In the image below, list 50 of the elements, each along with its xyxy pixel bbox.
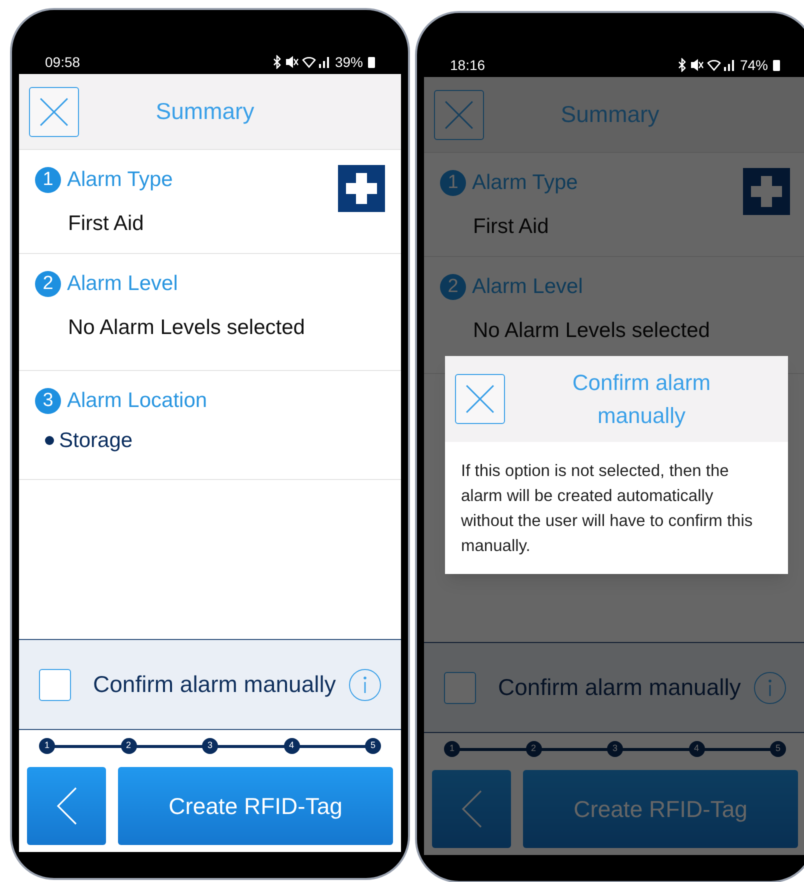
battery-percent: 39% [334,53,363,72]
battery-icon [368,56,375,68]
first-aid-icon [338,165,385,212]
step-number-badge: 3 [35,388,61,414]
dialog-message: If this option is not selected, then the alarm will be created automatically without the user will have to confirm this manually. [460,461,754,557]
mute-icon [690,58,704,72]
status-time: 18:16 [450,56,486,75]
battery-percent: 74% [740,56,768,75]
dialog-title: Confirm alarm manually [571,369,712,430]
checkbox[interactable] [444,672,476,704]
mute-icon [284,55,299,69]
create-rfid-tag-button[interactable]: Create RFID-Tag [118,767,393,845]
back-button[interactable] [432,770,511,848]
section-title: Alarm Type [472,170,578,196]
bluetooth-icon [272,55,282,69]
status-time: 09:58 [45,53,80,72]
signal-icon [724,59,735,71]
back-button[interactable] [27,767,106,845]
chevron-left-icon [460,789,484,829]
checkbox-label: Confirm alarm manually [93,670,337,700]
info-icon[interactable] [754,672,786,704]
bluetooth-icon [676,58,687,72]
battery-icon [773,60,780,70]
close-button[interactable] [29,86,79,136]
step-number-badge: 1 [35,166,61,193]
info-icon[interactable] [349,668,381,700]
section-title: Alarm Level [472,274,583,300]
wifi-icon [706,59,721,71]
section-value: First Aid [67,210,145,236]
create-rfid-tag-button[interactable]: Create RFID-Tag [523,770,798,848]
close-button[interactable] [455,374,505,424]
section-value: No Alarm Levels selected [67,314,306,340]
section-value: First Aid [472,214,550,240]
list-value: Storage [59,428,133,454]
section-title: Alarm Level [67,271,178,297]
screen-title: Summary [560,100,660,130]
chevron-left-icon [54,786,78,826]
first-aid-icon [743,168,790,215]
section-title: Alarm Location [67,388,208,414]
section-title: Alarm Type [67,167,173,193]
checkbox-label: Confirm alarm manually [498,673,742,702]
step-number-badge: 2 [35,270,61,297]
step-number-badge: 1 [440,170,466,196]
screen-title: Summary [154,97,256,126]
bullet-icon [45,436,54,445]
wifi-icon [302,56,316,68]
checkbox[interactable] [39,668,71,700]
step-number-badge: 2 [440,274,466,300]
section-value: No Alarm Levels selected [472,318,711,344]
signal-icon [318,56,330,68]
